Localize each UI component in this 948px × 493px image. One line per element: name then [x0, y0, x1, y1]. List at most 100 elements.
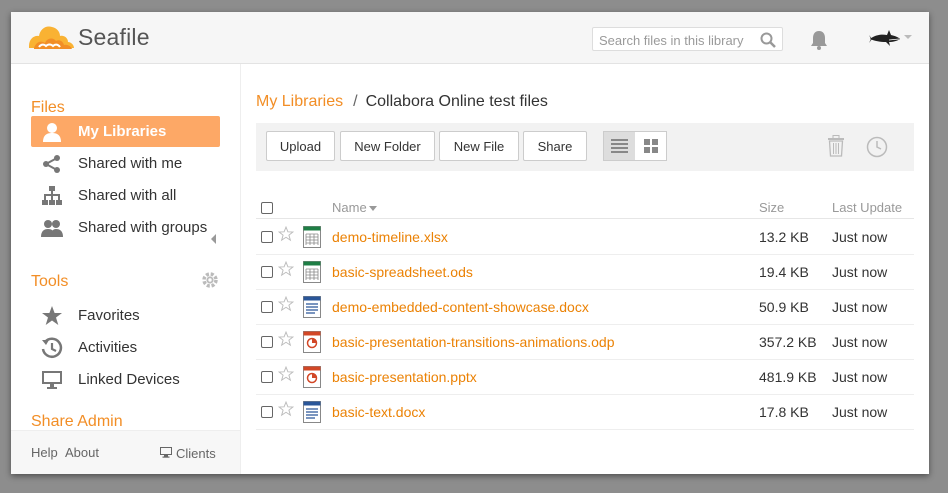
file-last-update: Just now: [832, 264, 888, 280]
new-file-button[interactable]: New File: [439, 131, 519, 161]
star-outline-icon[interactable]: [278, 331, 294, 347]
file-last-update: Just now: [832, 334, 888, 350]
file-size: 17.8 KB: [759, 404, 809, 420]
table-row[interactable]: demo-embedded-content-showcase.docx 50.9…: [256, 289, 914, 325]
breadcrumb: My Libraries / Collabora Online test files: [256, 93, 548, 111]
sidebar-item-label: Activities: [78, 339, 138, 356]
document-file-icon: [303, 296, 321, 318]
main-content: My Libraries / Collabora Online test files…: [241, 64, 929, 474]
search-input[interactable]: [597, 30, 761, 50]
sidebar-item-shared-with-groups[interactable]: Shared with groups: [31, 212, 220, 243]
share-button[interactable]: Share: [523, 131, 587, 161]
star-outline-icon[interactable]: [278, 261, 294, 277]
share-icon: [43, 155, 60, 173]
file-name-link[interactable]: basic-spreadsheet.ods: [332, 264, 473, 280]
sidebar-item-linked-devices[interactable]: Linked Devices: [31, 364, 220, 395]
notification-bell-icon[interactable]: [810, 30, 828, 50]
row-checkbox[interactable]: [261, 406, 273, 418]
file-size: 19.4 KB: [759, 264, 809, 280]
file-size: 50.9 KB: [759, 299, 809, 315]
sidebar-footer: Help About Clients: [11, 430, 240, 474]
monitor-icon: [42, 371, 62, 389]
sidebar-item-label: Shared with all: [78, 187, 177, 204]
file-last-update: Just now: [832, 299, 888, 315]
history-clock-icon[interactable]: [866, 136, 888, 158]
sidebar-item-my-libraries[interactable]: My Libraries: [31, 116, 220, 147]
group-icon: [41, 220, 63, 237]
app-window: Seafile Files My Librarie: [11, 12, 929, 474]
file-size: 357.2 KB: [759, 334, 817, 350]
monitor-icon: [160, 447, 172, 458]
seafile-logo[interactable]: Seafile: [26, 20, 166, 56]
sidebar-item-label: My Libraries: [78, 123, 167, 140]
presentation-file-icon: [303, 331, 321, 353]
name-column-header[interactable]: Name: [332, 200, 367, 215]
sidebar-item-favorites[interactable]: Favorites: [31, 300, 220, 331]
sidebar-item-shared-with-all[interactable]: Shared with all: [31, 180, 220, 211]
row-checkbox[interactable]: [261, 371, 273, 383]
table-row[interactable]: basic-text.docx 17.8 KB Just now: [256, 394, 914, 430]
row-checkbox[interactable]: [261, 266, 273, 278]
org-chart-icon: [42, 186, 62, 205]
grid-view-button[interactable]: [635, 132, 666, 160]
gear-icon[interactable]: [202, 272, 218, 288]
table-row[interactable]: demo-timeline.xlsx 13.2 KB Just now: [256, 219, 914, 255]
file-last-update: Just now: [832, 369, 888, 385]
table-row[interactable]: basic-spreadsheet.ods 19.4 KB Just now: [256, 254, 914, 290]
row-checkbox[interactable]: [261, 301, 273, 313]
row-checkbox[interactable]: [261, 336, 273, 348]
last-update-column-header[interactable]: Last Update: [832, 200, 902, 215]
file-name-link[interactable]: demo-timeline.xlsx: [332, 229, 448, 245]
seafile-logo-icon: [29, 26, 74, 49]
about-link[interactable]: About: [65, 445, 99, 460]
file-name-link[interactable]: demo-embedded-content-showcase.docx: [332, 299, 589, 315]
presentation-file-icon: [303, 366, 321, 388]
user-avatar-icon[interactable]: [869, 28, 901, 48]
top-header: Seafile: [11, 12, 929, 64]
file-name-link[interactable]: basic-presentation-transitions-animation…: [332, 334, 614, 350]
trash-icon[interactable]: [827, 135, 845, 157]
app-name: Seafile: [78, 24, 150, 50]
list-view-icon: [611, 139, 628, 153]
star-outline-icon[interactable]: [278, 296, 294, 312]
sidebar-item-label: Shared with me: [78, 155, 183, 172]
size-column-header[interactable]: Size: [759, 200, 784, 215]
spreadsheet-file-icon: [303, 261, 321, 283]
sidebar-item-shared-with-me[interactable]: Shared with me: [31, 148, 220, 179]
list-view-button[interactable]: [604, 132, 635, 160]
breadcrumb-root-link[interactable]: My Libraries: [256, 93, 343, 110]
select-all-checkbox[interactable]: [261, 202, 273, 214]
breadcrumb-separator: /: [353, 93, 358, 110]
file-size: 13.2 KB: [759, 229, 809, 245]
search-box[interactable]: [592, 27, 783, 51]
expand-groups-arrow-icon[interactable]: [211, 234, 216, 244]
star-icon: [42, 306, 62, 325]
help-link[interactable]: Help: [31, 445, 58, 460]
row-checkbox[interactable]: [261, 231, 273, 243]
share-admin-heading[interactable]: Share Admin: [31, 413, 123, 431]
file-name-link[interactable]: basic-text.docx: [332, 404, 425, 420]
table-row[interactable]: basic-presentation.pptx 481.9 KB Just no…: [256, 359, 914, 395]
clients-link[interactable]: Clients: [176, 446, 216, 461]
file-name-link[interactable]: basic-presentation.pptx: [332, 369, 477, 385]
sort-down-icon[interactable]: [369, 206, 377, 211]
star-outline-icon[interactable]: [278, 366, 294, 382]
file-size: 481.9 KB: [759, 369, 817, 385]
sidebar-item-label: Favorites: [78, 307, 140, 324]
spreadsheet-file-icon: [303, 226, 321, 248]
star-outline-icon[interactable]: [278, 226, 294, 242]
upload-button[interactable]: Upload: [266, 131, 335, 161]
user-icon: [43, 123, 61, 142]
tools-heading: Tools: [31, 273, 69, 290]
history-icon: [41, 337, 63, 358]
sidebar-item-activities[interactable]: Activities: [31, 332, 220, 363]
user-menu-chevron-down-icon[interactable]: [904, 35, 912, 39]
table-row[interactable]: basic-presentation-transitions-animation…: [256, 324, 914, 360]
search-icon[interactable]: [760, 32, 776, 48]
toolbar: Upload New Folder New File Share: [256, 123, 914, 171]
star-outline-icon[interactable]: [278, 401, 294, 417]
file-last-update: Just now: [832, 229, 888, 245]
new-folder-button[interactable]: New Folder: [340, 131, 435, 161]
document-file-icon: [303, 401, 321, 423]
sidebar-item-label: Shared with groups: [78, 219, 208, 236]
